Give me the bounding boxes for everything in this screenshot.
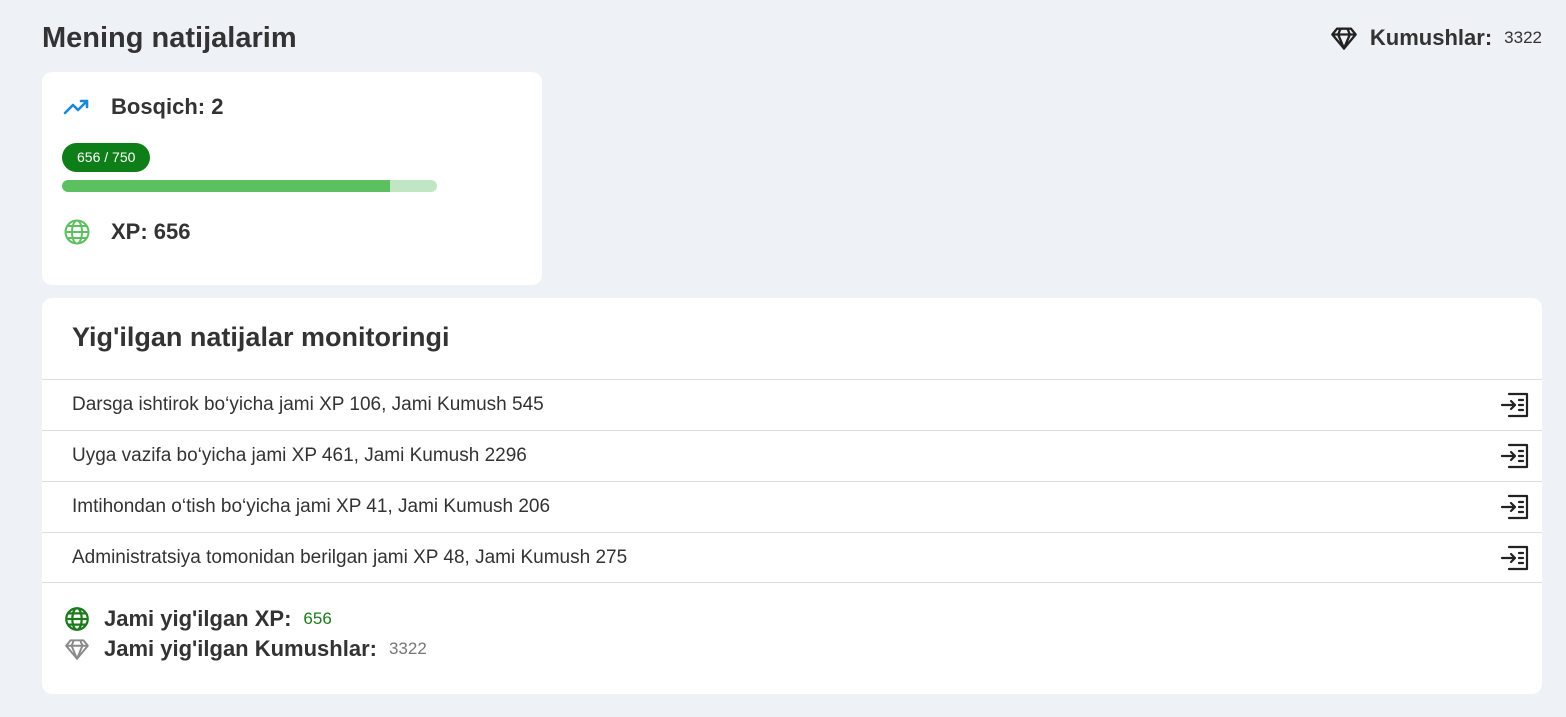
row-text: Darsga ishtirok bo‘yicha jami XP 106, Ja… [72,394,544,415]
total-coins-label: Jami yig'ilgan Kumushlar: [104,636,377,661]
totals-section: Jami yig'ilgan XP: 656 Jami yig'ilgan Ku… [62,604,427,664]
xp-text: XP: 656 [111,219,191,244]
total-xp-value: 656 [303,609,332,628]
coins-summary: Kumushlar: 3322 [1330,24,1542,52]
monitoring-row-administration: Administratsiya tomonidan berilgan jami … [42,532,1542,583]
diamond-icon [62,634,92,664]
trending-up-icon [62,93,92,121]
globe-icon [62,604,92,634]
total-coins-value: 3322 [388,639,427,658]
row-text: Administratsiya tomonidan berilgan jami … [72,546,628,568]
progress-bar [62,180,437,192]
row-text: Imtihondan o‘tish bo‘yicha jami XP 41, J… [72,496,551,517]
progress-badge: 656 / 750 [62,143,151,172]
row-text: Uyga vazifa bo‘yicha jami XP 461, Jami K… [72,445,527,466]
monitoring-card: Yig'ilgan natijalar monitoringi Darsga i… [42,298,1542,694]
level-card: Bosqich: 2 656 / 750 XP: 656 [42,72,542,285]
diamond-icon [1330,24,1358,52]
page-title: Mening natijalarim [42,22,297,54]
total-xp-label: Jami yig'ilgan XP: [104,606,292,631]
open-details-icon[interactable] [1499,493,1531,521]
coins-value: 3322 [1504,28,1542,47]
monitoring-title: Yig'ilgan natijalar monitoringi [72,322,450,352]
globe-icon [62,217,92,247]
level-row: Bosqich: 2 [62,93,223,121]
progress-bar-fill [62,180,390,192]
xp-row: XP: 656 [62,217,191,247]
open-details-icon[interactable] [1499,391,1531,419]
total-xp: Jami yig'ilgan XP: 656 [62,604,427,634]
level-text: Bosqich: 2 [111,94,224,119]
open-details-icon[interactable] [1499,544,1531,572]
open-details-icon[interactable] [1499,442,1531,470]
monitoring-row-attendance: Darsga ishtirok bo‘yicha jami XP 106, Ja… [42,379,1542,430]
monitoring-list: Darsga ishtirok bo‘yicha jami XP 106, Ja… [42,379,1542,583]
monitoring-row-homework: Uyga vazifa bo‘yicha jami XP 461, Jami K… [42,430,1542,481]
total-coins: Jami yig'ilgan Kumushlar: 3322 [62,634,427,664]
monitoring-row-exam: Imtihondan o‘tish bo‘yicha jami XP 41, J… [42,481,1542,532]
coins-label: Kumushlar: [1369,25,1493,50]
